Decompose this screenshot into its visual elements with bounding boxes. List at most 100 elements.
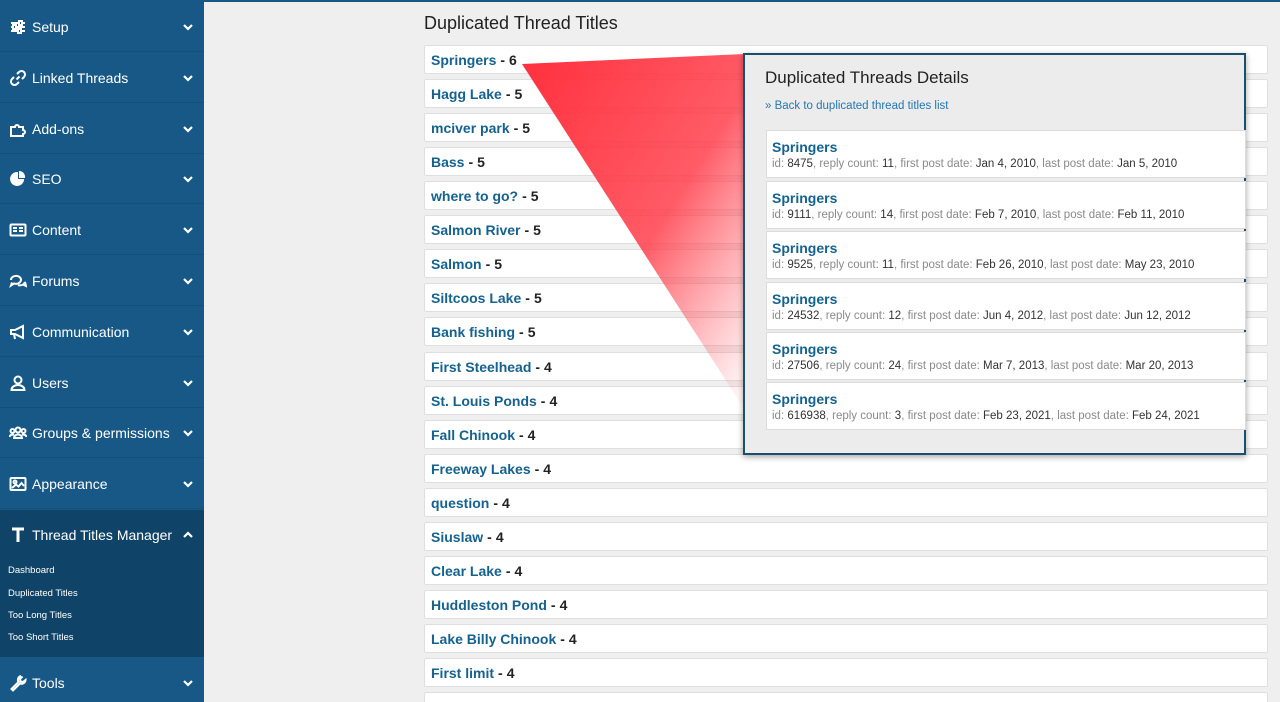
separator: - [513, 119, 519, 136]
thread-id: 9111 [787, 209, 812, 221]
last-post-date: Jan 5, 2010 [1117, 158, 1178, 170]
thread-title-link[interactable]: Siltcoos Lake [431, 290, 521, 306]
puzzle-icon [9, 120, 27, 138]
reply-count: 12 [888, 310, 902, 322]
submenu-dashboard[interactable]: Dashboard [8, 565, 54, 576]
sidebar-item-label: Appearance [32, 475, 108, 492]
first-post-date: Jan 4, 2010 [975, 158, 1036, 170]
thread-detail-card: Springers id: 8475, reply count: 11, firs… [766, 130, 1246, 178]
separator: - [498, 664, 503, 681]
reply-count: 11 [882, 259, 894, 271]
thread-id: 8475 [787, 158, 813, 170]
duplicate-count: 4 [544, 358, 552, 375]
thread-detail-title[interactable]: Springers [772, 391, 837, 407]
duplicated-threads-details-panel: Duplicated Threads Details » Back to dup… [743, 53, 1246, 455]
first-post-date: Mar 7, 2013 [983, 360, 1045, 372]
separator: - [540, 392, 546, 409]
comments-icon [9, 272, 27, 290]
submenu-duplicated-titles[interactable]: Duplicated Titles [8, 588, 78, 599]
id-label: id: [772, 410, 785, 422]
sidebar-item-forums[interactable]: Forums [0, 256, 204, 306]
separator: - [468, 153, 474, 170]
separator: - [500, 51, 506, 68]
thread-title-link[interactable]: First limit [431, 665, 494, 681]
id-label: id: [772, 310, 785, 322]
last-post-label: last post date: [1042, 209, 1115, 221]
back-to-list-link[interactable]: » Back to duplicated thread titles list [765, 100, 948, 112]
reply-count: 11 [882, 158, 894, 170]
thread-title-link[interactable]: St. Louis Ponds [431, 393, 537, 409]
duplicate-count: 6 [509, 51, 517, 68]
sidebar-item-seo[interactable]: SEO [0, 154, 204, 204]
separator: - [485, 255, 491, 272]
sidebar-item-label: Thread Titles Manager [32, 526, 173, 543]
sidebar-item-label: Content [32, 221, 82, 238]
first-post-date: Feb 7, 2010 [974, 209, 1037, 221]
sidebar-item-linked-threads[interactable]: Linked Threads [0, 53, 204, 103]
thread-title-link[interactable]: Bank fishing [431, 324, 515, 340]
content-icon [9, 221, 27, 239]
thread-detail-card: Springers id: 24532, reply count: 12, fir… [766, 282, 1246, 330]
submenu-too-short-titles[interactable]: Too Short Titles [8, 632, 73, 643]
thread-title-link[interactable]: Springers [431, 52, 496, 68]
thread-detail-title[interactable]: Springers [772, 139, 837, 155]
thread-title-link[interactable]: Lake Billy Chinook [431, 631, 556, 647]
duplicate-count: 5 [494, 255, 503, 272]
thread-title-link[interactable]: Freeway Lakes [431, 461, 531, 477]
thread-detail-title[interactable]: Springers [772, 341, 837, 357]
chevron-down-icon [181, 122, 195, 136]
sidebar-item-appearance[interactable]: Appearance [0, 459, 204, 509]
text-t-icon [9, 526, 27, 544]
thread-title-link[interactable]: Salmon River [431, 222, 520, 238]
thread-title-link[interactable]: question [431, 495, 489, 511]
sidebar-item-add-ons[interactable]: Add-ons [0, 104, 204, 154]
thread-detail-title[interactable]: Springers [772, 190, 837, 206]
thread-title-link[interactable]: First Steelhead [431, 359, 531, 375]
sidebar-item-tools[interactable]: Tools [0, 658, 204, 702]
thread-title-link[interactable]: mciver park [431, 120, 510, 136]
thread-title-link[interactable]: Huddleston Pond [431, 597, 547, 613]
thread-title-link[interactable]: Salmon [431, 256, 482, 272]
first-post-date: Jun 4, 2012 [983, 310, 1044, 322]
sidebar-item-groups-permissions[interactable]: Groups & permissions [0, 408, 204, 458]
sidebar-item-communication[interactable]: Communication [0, 307, 204, 357]
submenu-too-long-titles[interactable]: Too Long Titles [8, 610, 72, 621]
thread-title-link[interactable]: Hagg Lake [431, 86, 502, 102]
chevron-down-icon [181, 325, 195, 339]
thread-title-link[interactable]: Clear Lake [431, 563, 502, 579]
thread-title-link[interactable]: Fall Chinook [431, 427, 515, 443]
sidebar-item-label: Add-ons [32, 120, 85, 137]
table-row: First limit -4 [424, 658, 1268, 687]
sidebar-item-label: Tools [32, 675, 65, 691]
chevron-down-icon [181, 676, 195, 690]
first-post-label: first post date: [900, 259, 973, 271]
duplicate-count: 4 [549, 392, 558, 409]
thread-title-link[interactable]: Siuslaw [431, 529, 483, 545]
separator: - [550, 596, 556, 613]
table-row: Siuslaw -4 [424, 522, 1268, 551]
table-row [424, 692, 1268, 702]
duplicate-count: 4 [506, 664, 515, 681]
sidebar-item-setup[interactable]: Setup [0, 2, 204, 52]
reply-count-label: reply count: [817, 209, 878, 221]
sidebar-item-label: Setup [32, 18, 69, 35]
thread-detail-title[interactable]: Springers [772, 240, 837, 256]
thread-title-link[interactable]: where to go? [431, 188, 518, 204]
first-post-label: first post date: [899, 209, 972, 221]
sidebar-item-content[interactable]: Content [0, 205, 204, 255]
separator: - [522, 187, 527, 204]
thread-detail-card: Springers id: 27506, reply count: 24, fir… [766, 332, 1246, 380]
reply-count-label: reply count: [832, 410, 892, 422]
last-post-label: last post date: [1049, 310, 1122, 322]
last-post-date: Feb 24, 2021 [1132, 410, 1200, 422]
last-post-date: Feb 11, 2010 [1117, 209, 1185, 221]
duplicate-count: 5 [477, 153, 485, 170]
thread-title-link[interactable]: Bass [431, 154, 464, 170]
sidebar-item-thread-titles-manager[interactable]: Thread Titles Manager [0, 510, 204, 560]
id-label: id: [772, 360, 785, 372]
thread-id: 24532 [787, 310, 820, 322]
chevron-down-icon [181, 426, 195, 440]
thread-detail-title[interactable]: Springers [772, 291, 837, 307]
sidebar-item-users[interactable]: Users [0, 358, 204, 408]
sidebar-item-label: SEO [32, 170, 62, 187]
